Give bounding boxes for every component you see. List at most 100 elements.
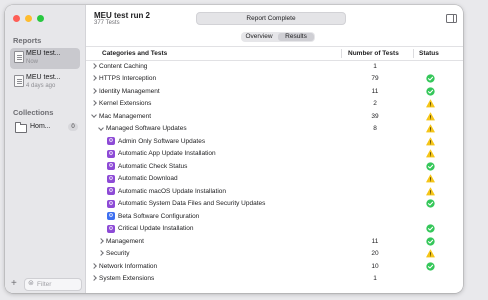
collection-name: Hom... <box>30 123 51 130</box>
chevron-down-icon[interactable] <box>91 112 97 118</box>
pass-check-icon <box>426 224 435 233</box>
row-label: Automatic macOS Update Installation <box>118 187 227 195</box>
column-header-status[interactable]: Status <box>419 50 439 57</box>
report-icon <box>14 75 24 87</box>
sidebar-footer: + ⊜ Filter <box>5 275 85 293</box>
row-count: 1 <box>373 62 377 70</box>
chevron-right-icon[interactable] <box>91 87 97 94</box>
row-label: Management <box>106 237 144 245</box>
row-label: Managed Software Updates <box>106 125 187 132</box>
chevron-right-icon[interactable] <box>91 62 97 69</box>
warning-icon <box>426 99 435 108</box>
table-row[interactable]: Identity Management 11 <box>86 85 463 98</box>
row-count: 39 <box>371 112 379 120</box>
chevron-right-icon[interactable] <box>98 250 104 257</box>
pass-check-icon <box>426 261 435 271</box>
table-row[interactable]: Network Information 10 <box>86 260 463 273</box>
test-icon: ⚙ <box>107 174 115 183</box>
row-count: 11 <box>371 237 379 245</box>
row-label: Automatic Check Status <box>118 162 188 170</box>
test-icon: ⚙ <box>107 137 115 145</box>
chevron-right-icon[interactable] <box>98 237 104 244</box>
folder-icon <box>15 122 27 133</box>
reports-header: Reports <box>13 36 42 45</box>
column-header-categories[interactable]: Categories and Tests <box>102 50 167 57</box>
table-row[interactable]: System Extensions 1 <box>86 273 463 286</box>
test-icon: ⚙ <box>107 187 115 195</box>
tab-overview[interactable]: Overview <box>242 33 276 41</box>
table-row[interactable]: Managed Software Updates 8 <box>86 123 463 136</box>
table-row[interactable]: Mac Management 39 <box>86 110 463 123</box>
report-date: Now <box>26 59 39 65</box>
row-count: 20 <box>371 250 379 257</box>
row-label: Admin Only Software Updates <box>118 137 206 145</box>
results-table: Content Caching 1 HTTPS Interception 79 Iden… <box>86 60 463 285</box>
row-label: Automatic System Data Files and Security… <box>118 200 266 207</box>
sidebar-collection-item[interactable]: Hom... 0 <box>10 122 80 135</box>
zoom-window-button[interactable] <box>37 15 44 22</box>
pass-check-icon <box>426 74 435 83</box>
warning-icon <box>426 136 435 145</box>
table-row[interactable]: Kernel Extensions 2 <box>86 98 463 111</box>
chevron-right-icon[interactable] <box>91 262 97 269</box>
sidebar-report-item[interactable]: MEU test... Now <box>10 48 80 69</box>
table-row[interactable]: ⚙ Admin Only Software Updates <box>86 135 463 148</box>
filter-input[interactable]: ⊜ Filter <box>24 278 82 291</box>
filter-icon: ⊜ <box>28 280 34 287</box>
main-content: MEU test run 2 377 Tests Report Complete… <box>86 5 463 293</box>
minimize-window-button[interactable] <box>25 15 32 22</box>
table-row[interactable]: HTTPS Interception 79 <box>86 73 463 86</box>
test-icon: ⚙ <box>107 162 115 170</box>
chevron-right-icon[interactable] <box>91 100 97 107</box>
view-tabs: Overview Results <box>241 32 315 42</box>
table-row[interactable]: ⚙ Beta Software Configuration <box>86 210 463 223</box>
test-icon: ⚙ <box>107 212 115 220</box>
pass-check-icon <box>426 236 435 246</box>
table-row[interactable]: Management 11 <box>86 235 463 248</box>
chevron-right-icon[interactable] <box>91 75 97 82</box>
table-row[interactable]: ⚙ Automatic Check Status <box>86 160 463 173</box>
window-controls <box>13 15 44 22</box>
row-label: System Extensions <box>99 275 155 282</box>
table-row[interactable]: ⚙ Automatic System Data Files and Securit… <box>86 198 463 211</box>
sidebar-report-item[interactable]: MEU test... 4 days ago <box>10 72 80 93</box>
table-row[interactable]: ⚙ Automatic Download <box>86 173 463 186</box>
sidebar-toggle-icon[interactable] <box>446 14 457 23</box>
add-button[interactable]: + <box>11 278 17 289</box>
warning-icon <box>426 174 435 183</box>
warning-icon <box>426 249 435 258</box>
row-count: 10 <box>371 262 379 270</box>
column-header-count[interactable]: Number of Tests <box>348 50 399 57</box>
column-divider <box>341 49 342 58</box>
close-window-button[interactable] <box>13 15 20 22</box>
row-count: 8 <box>373 125 377 132</box>
row-label: Content Caching <box>99 62 148 70</box>
table-row[interactable]: Security 20 <box>86 248 463 261</box>
row-count: 1 <box>373 275 377 282</box>
chevron-down-icon[interactable] <box>98 124 104 131</box>
table-row[interactable]: ⚙ Critical Update Installation <box>86 223 463 236</box>
tab-results[interactable]: Results <box>278 33 314 41</box>
column-divider <box>413 49 414 58</box>
row-label: Security <box>106 250 130 257</box>
row-label: Identity Management <box>99 87 160 95</box>
table-row[interactable]: ⚙ Automatic macOS Update Installation <box>86 185 463 198</box>
row-label: Automatic Download <box>118 175 178 182</box>
warning-icon <box>426 186 435 195</box>
window-subtitle: 377 Tests <box>94 20 120 26</box>
table-row[interactable]: Content Caching 1 <box>86 60 463 73</box>
table-row[interactable]: ⚙ Automatic App Update Installation <box>86 148 463 161</box>
test-icon: ⚙ <box>107 224 115 233</box>
row-label: Mac Management <box>99 112 152 120</box>
row-label: Kernel Extensions <box>99 100 152 107</box>
pass-check-icon <box>426 86 435 96</box>
test-icon: ⚙ <box>107 149 115 158</box>
report-name: MEU test... <box>26 74 61 81</box>
warning-icon <box>426 111 435 120</box>
collection-count-badge: 0 <box>68 123 78 131</box>
collections-header: Collections <box>13 108 54 117</box>
app-window: Reports MEU test... Now MEU test... 4 da… <box>5 5 463 293</box>
row-count: 2 <box>373 100 377 107</box>
chevron-right-icon[interactable] <box>91 275 97 282</box>
pass-check-icon <box>426 199 435 208</box>
